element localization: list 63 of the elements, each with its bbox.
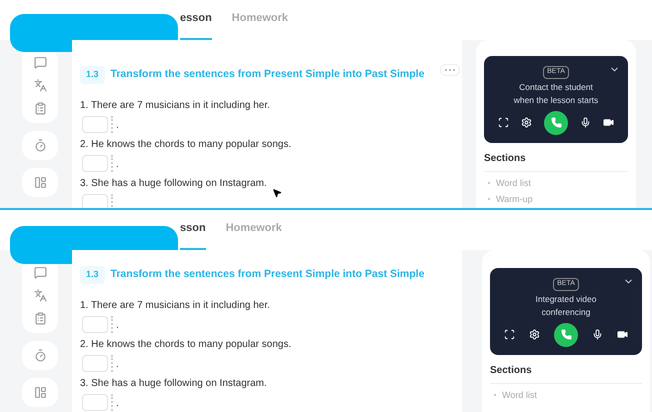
sentence: 1. There are 7 musicians in it including her. — [80, 98, 271, 112]
message-icon[interactable] — [34, 56, 46, 69]
layout-icon — [34, 386, 46, 399]
video-message: when the lesson starts — [514, 94, 598, 106]
layout-icon — [34, 176, 46, 189]
drag-handle-icon[interactable] — [111, 316, 113, 332]
call-button[interactable] — [544, 110, 568, 134]
sentence: 2. He knows the chords to many popular songs. — [80, 138, 292, 152]
translate-icon[interactable] — [34, 289, 46, 302]
video-message: Integrated video — [536, 292, 596, 306]
sections-heading: Sections — [484, 150, 628, 172]
drag-handle-icon[interactable] — [111, 116, 113, 132]
phone-icon — [550, 117, 562, 128]
camera-icon[interactable] — [603, 117, 614, 128]
exercise-number: 1.3 — [80, 66, 105, 84]
clipboard-icon[interactable] — [34, 312, 46, 325]
clipboard-icon[interactable] — [34, 102, 46, 115]
layout-button[interactable] — [22, 168, 58, 197]
call-button[interactable] — [554, 322, 578, 346]
microphone-icon[interactable] — [580, 117, 591, 128]
translate-icon[interactable] — [34, 79, 46, 92]
answer-field[interactable] — [82, 394, 108, 410]
sentence-end: . — [116, 358, 119, 372]
timer-button[interactable] — [22, 341, 58, 370]
layout-button[interactable] — [22, 378, 58, 407]
answer-field[interactable] — [82, 116, 108, 132]
video-message: conferencing — [542, 306, 590, 318]
sentence-end: . — [116, 396, 119, 410]
fullscreen-icon[interactable] — [504, 329, 515, 340]
video-message: Contact the student — [519, 80, 593, 94]
sentence: 3. She has a huge following on Instagram. — [80, 376, 268, 390]
drag-handle-icon[interactable] — [111, 354, 113, 372]
section-link[interactable]: Warm-up — [496, 192, 533, 204]
camera-icon[interactable] — [617, 329, 628, 340]
tab[interactable]: Homework — [226, 220, 282, 250]
timer-icon — [34, 139, 46, 152]
sentence: 3. She has a huge following on Instagram. — [80, 176, 268, 190]
answer-field[interactable] — [82, 316, 108, 332]
answer-field[interactable] — [82, 154, 108, 172]
sections-heading: Sections — [490, 362, 642, 384]
phone-icon — [560, 329, 572, 340]
exercise-number: 1.3 — [80, 266, 105, 284]
exercise-title: Transform the sentences from Present Simple into Past Simple — [110, 266, 424, 282]
answer-field[interactable] — [82, 354, 108, 372]
timer-icon — [34, 349, 46, 362]
fullscreen-icon[interactable] — [498, 117, 509, 128]
settings-icon[interactable] — [529, 329, 540, 340]
drag-handle-icon[interactable] — [111, 154, 113, 172]
microphone-icon[interactable] — [592, 329, 603, 340]
section-link[interactable]: Word list — [496, 176, 531, 188]
exercise-title: Transform the sentences from Present Simple into Past Simple — [110, 66, 424, 82]
drag-handle-icon[interactable] — [111, 394, 113, 410]
timer-button[interactable] — [22, 131, 58, 160]
sentence-end: . — [116, 158, 119, 172]
sentence-end: . — [116, 118, 119, 132]
section-link[interactable]: Word list — [502, 388, 537, 400]
settings-icon[interactable] — [521, 117, 532, 128]
sentence-end: . — [116, 318, 119, 332]
more-button[interactable] — [440, 64, 460, 76]
sentence: 1. There are 7 musicians in it including her. — [80, 298, 271, 312]
sentence: 2. He knows the chords to many popular songs. — [80, 338, 292, 352]
tab[interactable]: Homework — [232, 10, 288, 40]
message-icon[interactable] — [34, 266, 46, 279]
